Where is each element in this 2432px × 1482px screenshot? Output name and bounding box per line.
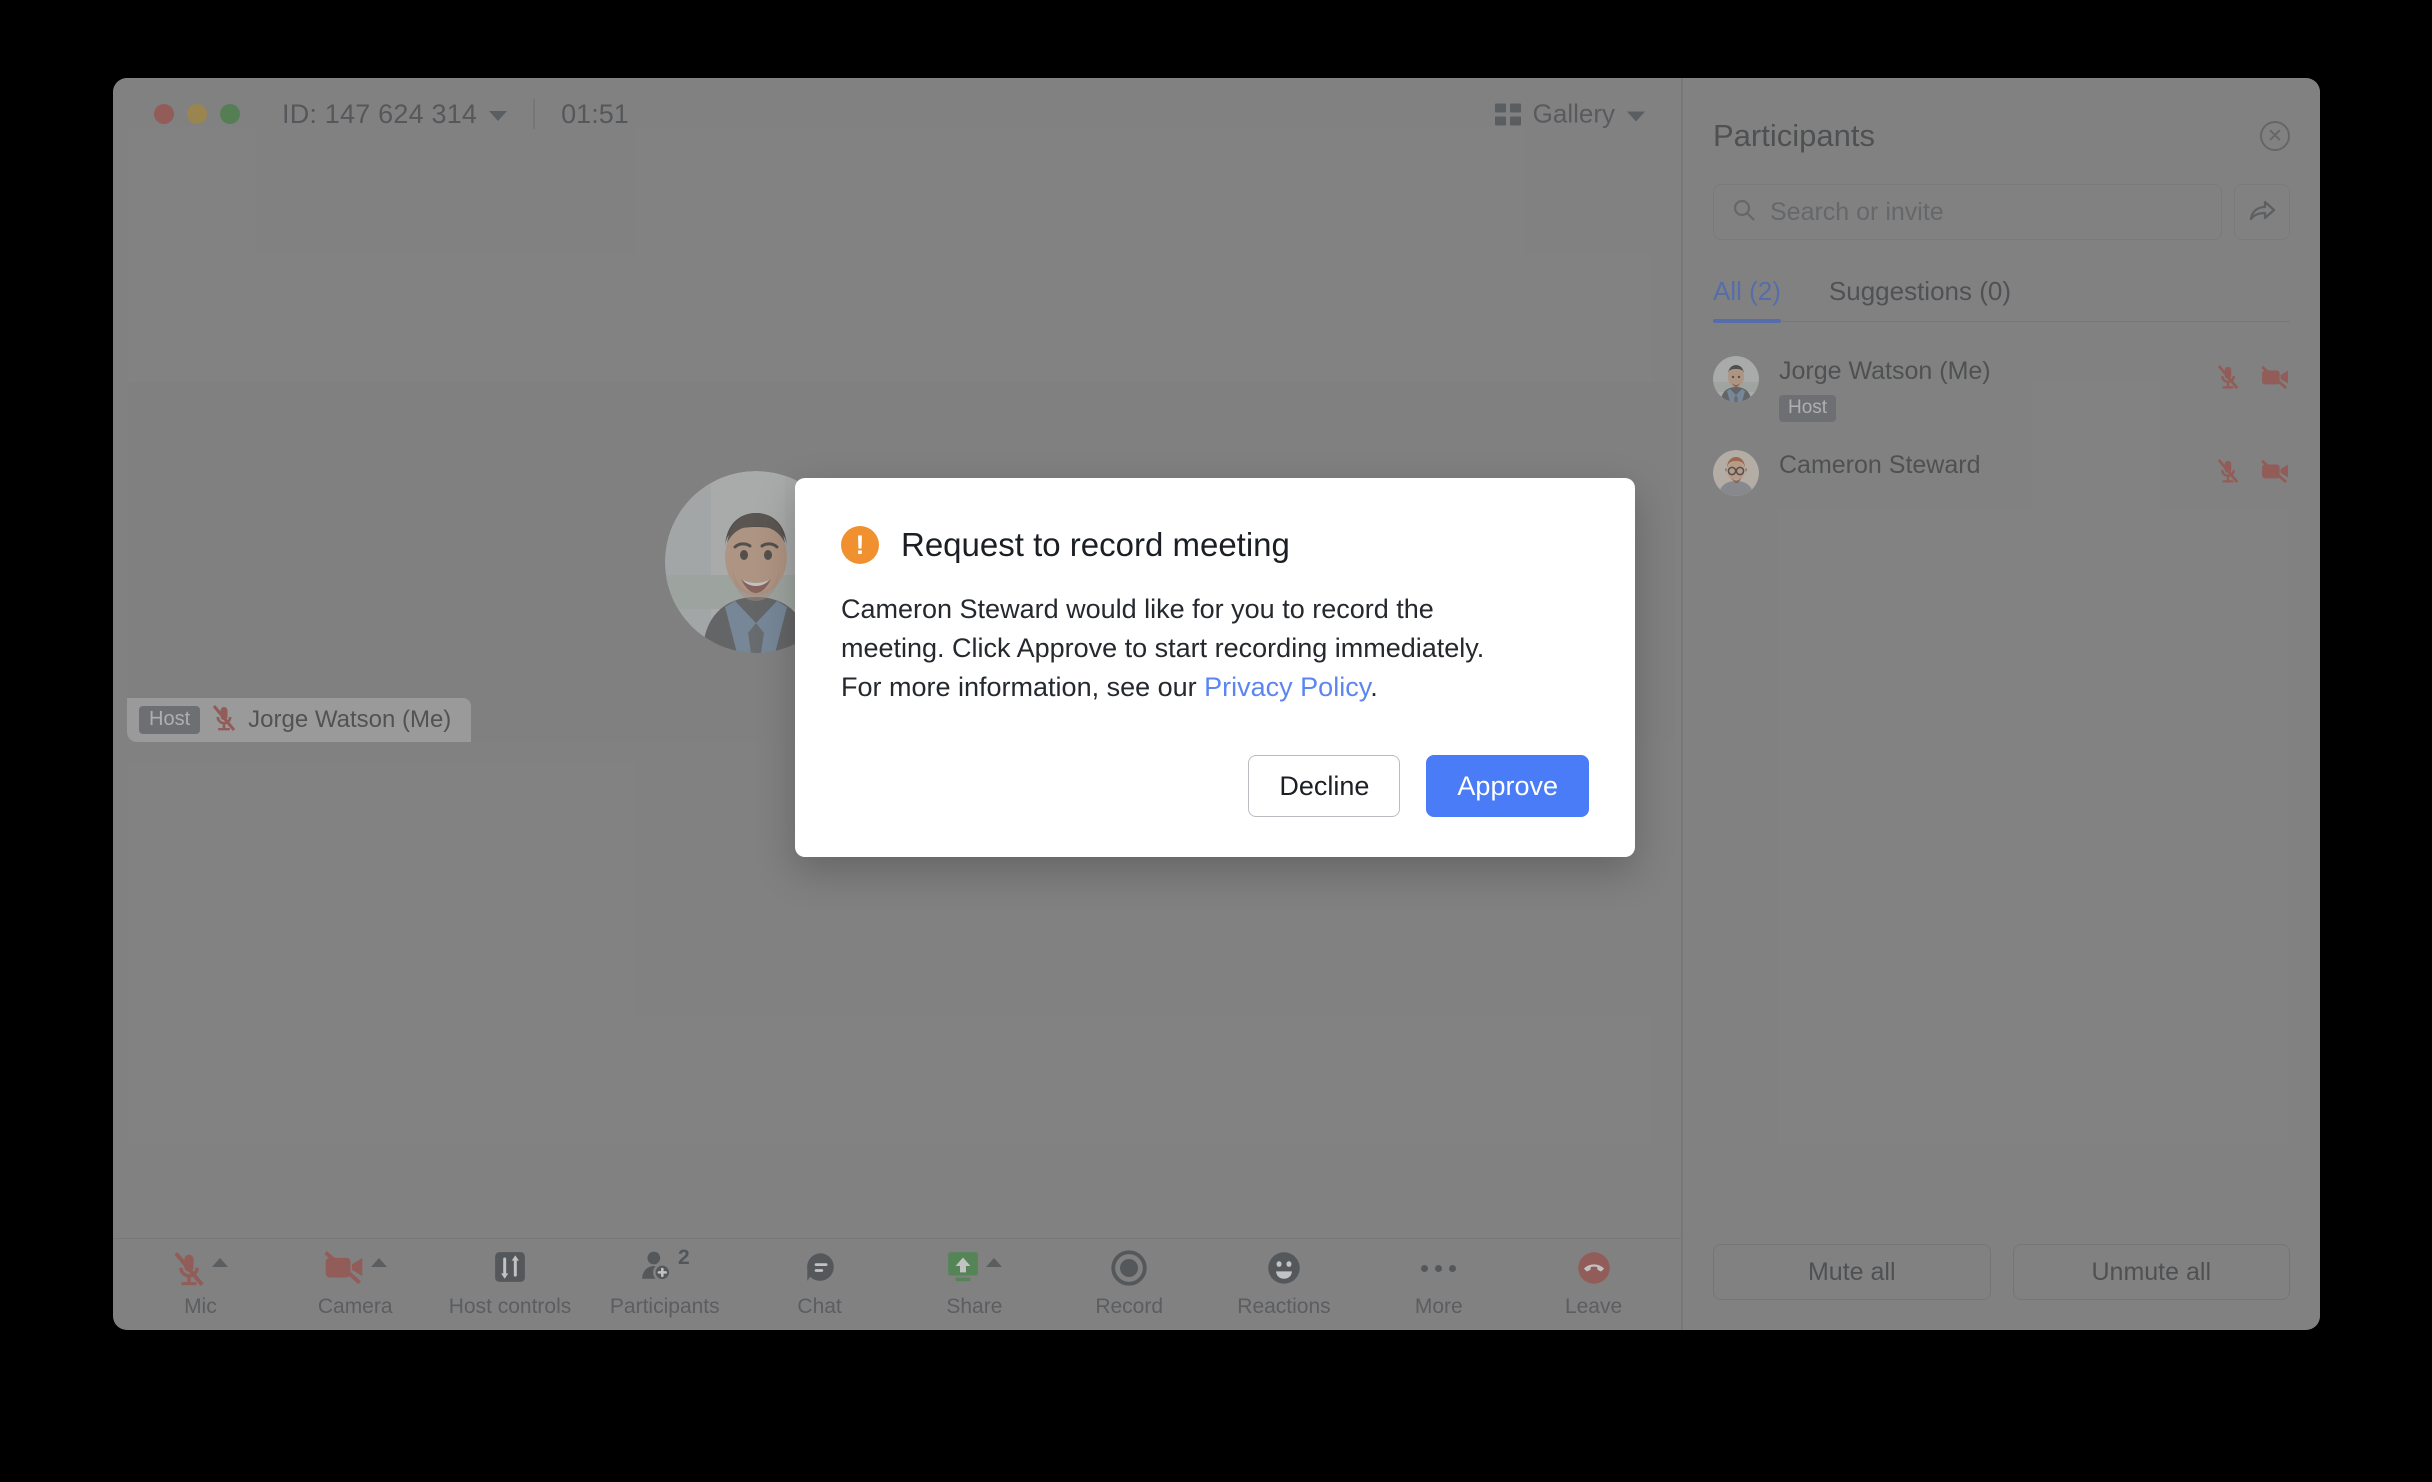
- toolbar-label: Record: [1095, 1295, 1164, 1318]
- invite-button[interactable]: [2234, 184, 2290, 240]
- maximize-window-button[interactable]: [220, 104, 240, 124]
- warning-icon: !: [841, 526, 879, 564]
- participants-list: Jorge Watson (Me) Host Cameron Steward: [1713, 344, 2290, 1218]
- share-button[interactable]: Share: [897, 1239, 1052, 1330]
- more-button[interactable]: More: [1361, 1239, 1516, 1330]
- reactions-button[interactable]: Reactions: [1207, 1239, 1362, 1330]
- dialog-body-text-end: .: [1370, 672, 1378, 703]
- gallery-label: Gallery: [1532, 98, 1615, 129]
- share-screen-icon: [946, 1250, 980, 1289]
- toolbar-label: More: [1414, 1295, 1463, 1318]
- dialog-title: Request to record meeting: [901, 526, 1290, 563]
- toolbar-label: Chat: [797, 1295, 842, 1318]
- meeting-id-label: ID: 147 624 314: [282, 98, 478, 129]
- title-divider: [533, 99, 536, 129]
- toolbar-label: Leave: [1564, 1295, 1623, 1318]
- participant-name: Cameron Steward: [1779, 451, 1981, 480]
- mic-off-icon: [172, 1250, 206, 1293]
- chat-button[interactable]: Chat: [742, 1239, 897, 1330]
- smiley-icon: [1266, 1250, 1302, 1291]
- dialog-actions: Decline Approve: [841, 755, 1589, 818]
- avatar: [1713, 450, 1759, 497]
- mic-off-icon[interactable]: [2216, 364, 2240, 395]
- participants-tabs: All (2) Suggestions (0): [1713, 276, 2290, 323]
- search-placeholder: Search or invite: [1770, 197, 1944, 226]
- privacy-policy-link[interactable]: Privacy Policy: [1204, 672, 1370, 702]
- toolbar-label: Participants: [609, 1295, 720, 1318]
- video-tile-name: Jorge Watson (Me): [248, 706, 452, 733]
- camera-off-icon: [323, 1250, 365, 1289]
- avatar: [1713, 356, 1759, 402]
- video-tile-label: Host Jorge Watson (Me): [127, 698, 472, 742]
- search-row: Search or invite: [1713, 184, 2290, 240]
- camera-button[interactable]: Camera: [278, 1239, 433, 1330]
- record-request-dialog: ! Request to record meeting Cameron Stew…: [795, 478, 1635, 858]
- host-badge: Host: [1779, 395, 1837, 423]
- participants-count-badge: 2: [677, 1246, 690, 1269]
- mic-off-icon[interactable]: [2216, 458, 2240, 489]
- close-window-button[interactable]: [154, 104, 174, 124]
- participants-panel-header: Participants ✕: [1713, 78, 2290, 184]
- gallery-view-button[interactable]: Gallery: [1494, 98, 1645, 130]
- toolbar-label: Mic: [184, 1295, 217, 1318]
- mute-all-button[interactable]: Mute all: [1713, 1244, 1991, 1300]
- dialog-header: ! Request to record meeting: [841, 526, 1589, 564]
- record-icon: [1111, 1250, 1147, 1291]
- dialog-body-text: Cameron Steward would like for you to re…: [841, 594, 1485, 703]
- participant-name: Jorge Watson (Me): [1779, 357, 1991, 385]
- meeting-toolbar: Mic Camera Host controls 2 Participants …: [113, 1238, 1681, 1330]
- minimize-window-button[interactable]: [187, 104, 207, 124]
- mic-off-icon: [211, 704, 237, 737]
- unmute-all-button[interactable]: Unmute all: [2012, 1244, 2290, 1300]
- toolbar-label: Share: [946, 1295, 1003, 1318]
- decline-button[interactable]: Decline: [1248, 755, 1401, 818]
- leave-call-icon: [1576, 1250, 1612, 1291]
- toolbar-label: Reactions: [1237, 1295, 1331, 1318]
- search-icon: [1732, 198, 1756, 227]
- camera-options-caret-icon[interactable]: [371, 1258, 388, 1267]
- traffic-light-buttons[interactable]: [154, 104, 240, 124]
- meeting-id-dropdown[interactable]: ID: 147 624 314: [282, 98, 508, 130]
- participants-icon: [640, 1250, 674, 1287]
- toolbar-label: Host controls: [448, 1295, 572, 1318]
- chevron-down-icon: [489, 111, 508, 121]
- grid-view-icon: [1494, 103, 1521, 125]
- participants-panel-footer: Mute all Unmute all: [1713, 1218, 2290, 1330]
- mic-button[interactable]: Mic: [123, 1239, 278, 1330]
- close-panel-icon[interactable]: ✕: [2260, 121, 2290, 151]
- mic-options-caret-icon[interactable]: [212, 1258, 229, 1267]
- share-arrow-icon: [2248, 197, 2276, 228]
- camera-off-icon[interactable]: [2260, 365, 2290, 394]
- page-title: Participants: [1713, 118, 1875, 153]
- tab-suggestions[interactable]: Suggestions (0): [1829, 276, 2011, 321]
- list-item[interactable]: Jorge Watson (Me) Host: [1713, 344, 2290, 438]
- share-options-caret-icon[interactable]: [986, 1258, 1003, 1267]
- toolbar-label: Camera: [317, 1295, 393, 1318]
- meeting-timer: 01:51: [561, 98, 629, 129]
- dialog-body: Cameron Steward would like for you to re…: [841, 590, 1521, 707]
- participants-button[interactable]: 2 Participants: [587, 1239, 742, 1330]
- list-item[interactable]: Cameron Steward: [1713, 438, 2290, 512]
- chat-bubble-icon: [803, 1250, 837, 1289]
- approve-button[interactable]: Approve: [1426, 755, 1589, 818]
- sliders-icon: [493, 1250, 527, 1289]
- record-button[interactable]: Record: [1052, 1239, 1207, 1330]
- host-badge: Host: [139, 706, 201, 734]
- chevron-down-icon: [1627, 111, 1645, 121]
- camera-off-icon[interactable]: [2260, 459, 2290, 488]
- leave-button[interactable]: Leave: [1516, 1239, 1671, 1330]
- window-title-bar: ID: 147 624 314 01:51 Gallery: [113, 78, 1681, 150]
- participants-panel: Participants ✕ Search or invite All (2) …: [1681, 78, 2320, 1330]
- host-controls-button[interactable]: Host controls: [433, 1239, 588, 1330]
- tab-all[interactable]: All (2): [1713, 276, 1781, 323]
- search-input[interactable]: Search or invite: [1713, 184, 2222, 240]
- ellipsis-icon: [1421, 1250, 1457, 1286]
